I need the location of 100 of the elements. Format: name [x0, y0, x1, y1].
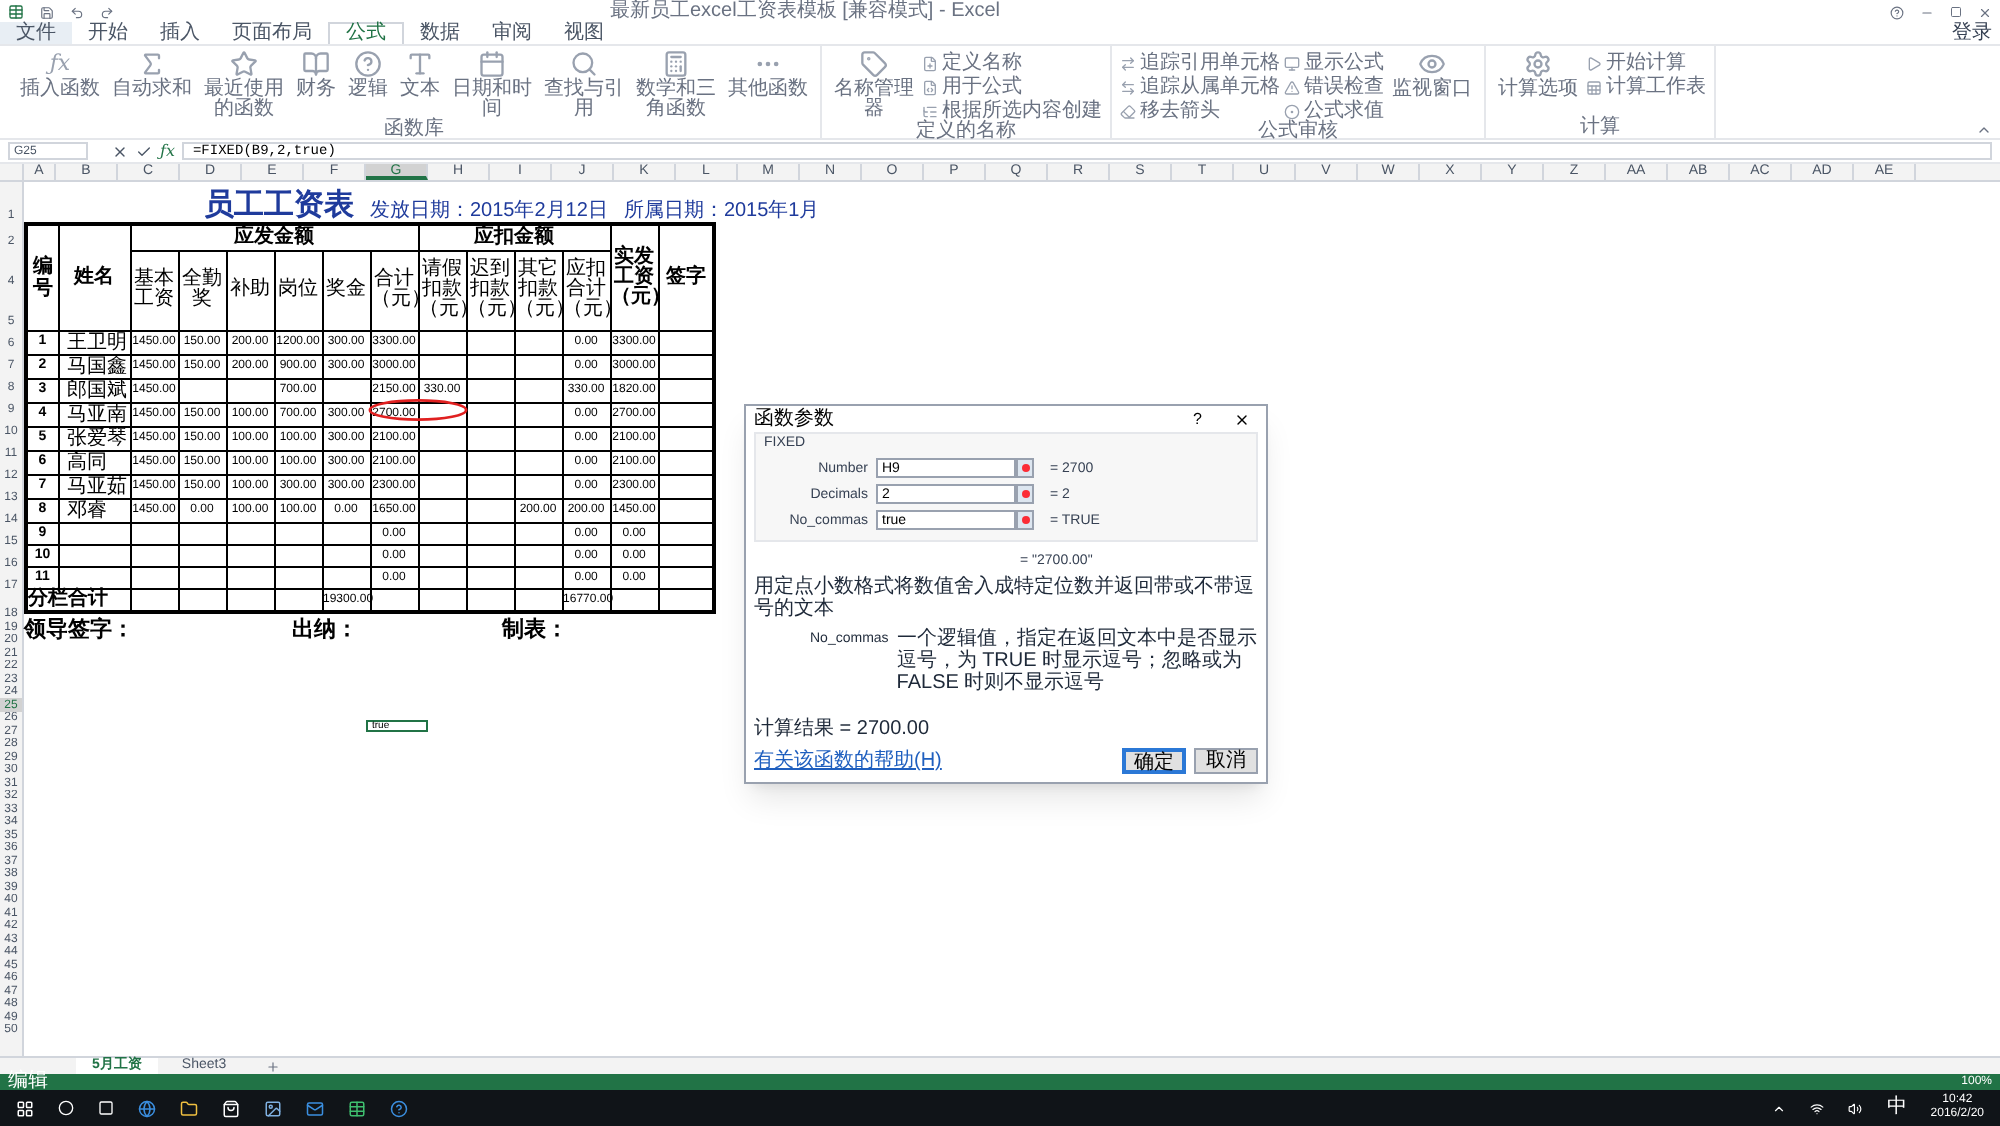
- ribbon-small-button[interactable]: 移去箭头: [1120, 100, 1280, 122]
- start-icon[interactable]: [16, 1099, 34, 1117]
- folder-icon[interactable]: [180, 1099, 198, 1117]
- dialog-button[interactable]: 取消: [1194, 748, 1258, 774]
- save-icon[interactable]: [40, 5, 54, 19]
- table-cell: [418, 522, 467, 544]
- ribbon-tab[interactable]: 审阅: [476, 22, 548, 44]
- play-icon: [1586, 55, 1602, 71]
- table-cell: [418, 426, 467, 450]
- help-link[interactable]: 有关该函数的帮助(H): [754, 750, 1114, 772]
- volume-icon[interactable]: [1848, 1101, 1863, 1115]
- file-tab[interactable]: 文件: [0, 22, 72, 44]
- ribbon-tab[interactable]: 视图: [548, 22, 620, 44]
- cancel-icon[interactable]: [112, 143, 128, 159]
- monitor-icon: [1284, 55, 1300, 71]
- ribbon-button[interactable]: 逻辑: [344, 50, 392, 120]
- status-mode: 编辑: [8, 1074, 50, 1090]
- group-label: 函数库: [382, 120, 446, 140]
- table-cell: [514, 544, 563, 566]
- function-description: 用定点小数格式将数值舍入成特定位数并返回带或不带逗号的文本: [752, 576, 1256, 620]
- tray-caret-icon[interactable]: [1772, 1101, 1787, 1115]
- table-cell: [274, 544, 322, 566]
- ribbon-tab[interactable]: 数据: [404, 22, 476, 44]
- ribbon-button[interactable]: 日期和时间: [448, 50, 536, 120]
- signature-label: 领导签字：: [24, 617, 136, 641]
- function-icon: ƒx: [46, 50, 74, 78]
- table-cell: [466, 474, 515, 498]
- store-icon[interactable]: [222, 1099, 240, 1117]
- table-cell: [514, 426, 563, 450]
- header-cell: 补助: [226, 250, 274, 330]
- table-cell: [418, 450, 467, 474]
- help-button[interactable]: ?: [1193, 408, 1202, 430]
- table-cell: [466, 544, 515, 566]
- task-view-icon[interactable]: [98, 1100, 114, 1116]
- ribbon-button[interactable]: 计算选项: [1494, 50, 1582, 118]
- ribbon-small-button[interactable]: 错误检查: [1284, 76, 1384, 98]
- ribbon-small-button[interactable]: 显示公式: [1284, 52, 1384, 74]
- ribbon-small-button[interactable]: 追踪从属单元格: [1120, 76, 1280, 98]
- collapse-icon[interactable]: [1976, 122, 1992, 138]
- ribbon-button[interactable]: 最近使用的函数: [200, 50, 288, 120]
- group-label: 计算: [1578, 118, 1622, 138]
- maximize-icon[interactable]: [1950, 6, 1962, 18]
- undo-icon[interactable]: [70, 5, 84, 19]
- letter-icon: [406, 50, 434, 78]
- excel-icon[interactable]: [348, 1099, 366, 1117]
- ribbon-tab[interactable]: 公式: [328, 22, 404, 44]
- ribbon-small-button[interactable]: 开始计算: [1586, 52, 1706, 74]
- ribbon-small-button[interactable]: 定义名称: [922, 52, 1102, 74]
- ribbon-button[interactable]: 数学和三角函数: [632, 50, 720, 120]
- ribbon-button[interactable]: 名称管理器: [830, 50, 918, 122]
- mail-icon[interactable]: [306, 1099, 324, 1117]
- photo-icon[interactable]: [264, 1099, 282, 1117]
- help-icon[interactable]: [390, 1099, 408, 1117]
- dialog-button[interactable]: 确定: [1122, 748, 1186, 774]
- ribbon-small-button[interactable]: 公式求值: [1284, 100, 1384, 122]
- redo-icon[interactable]: [100, 5, 114, 19]
- header-cell: 合计（元）: [370, 250, 419, 330]
- table-cell: [514, 522, 563, 544]
- ribbon-button[interactable]: 自动求和: [108, 50, 196, 120]
- ribbon-button[interactable]: 文本: [396, 50, 444, 120]
- insert-function-icon[interactable]: ƒx: [160, 142, 175, 160]
- highlight-ellipse: [368, 398, 468, 422]
- sign-in-link[interactable]: 登录: [1952, 24, 2000, 44]
- table-cell: [178, 566, 226, 588]
- enter-icon[interactable]: [136, 143, 152, 159]
- header-cell: 实发工资（元）: [610, 224, 659, 330]
- header-cell: 奖金: [322, 250, 370, 330]
- table-cell: [418, 566, 467, 588]
- network-icon[interactable]: [1810, 1101, 1825, 1115]
- ribbon-button[interactable]: 查找与引用: [540, 50, 628, 120]
- ribbon-small-button[interactable]: 计算工作表: [1586, 76, 1706, 98]
- calculator-icon: [662, 50, 690, 78]
- browser-icon[interactable]: [138, 1099, 156, 1117]
- header-cell: 请假扣款（元）: [418, 250, 467, 330]
- table-cell: [466, 354, 515, 378]
- search-icon[interactable]: [58, 1100, 74, 1116]
- group-header: 应扣金额: [418, 224, 611, 250]
- period-date: 所属日期：2015年1月: [623, 202, 820, 222]
- sum-icon: [138, 50, 166, 78]
- ribbon-tab[interactable]: 页面布局: [216, 22, 328, 44]
- ribbon-tab[interactable]: 插入: [144, 22, 216, 44]
- ribbon-button[interactable]: 其他函数: [724, 50, 812, 120]
- table-cell: [226, 544, 274, 566]
- table-cell: [418, 498, 467, 522]
- ribbon-tab[interactable]: 开始: [72, 22, 144, 44]
- ribbon-button[interactable]: 监视窗口: [1388, 50, 1476, 122]
- ribbon-small-button[interactable]: 用于公式: [922, 76, 1102, 98]
- header-cell: 迟到扣款（元）: [466, 250, 515, 330]
- ribbon-small-button[interactable]: 追踪引用单元格: [1120, 52, 1280, 74]
- ribbon-button[interactable]: ƒx 插入函数: [16, 50, 104, 120]
- close-icon[interactable]: [1234, 411, 1250, 427]
- search-icon: [570, 50, 598, 78]
- help-icon[interactable]: [1890, 5, 1904, 19]
- table-cell: [466, 330, 515, 354]
- table-cell: [466, 402, 515, 426]
- header-cell: 其它扣款（元）: [514, 250, 563, 330]
- ribbon-button[interactable]: 财务: [292, 50, 340, 120]
- ribbon-small-button[interactable]: 根据所选内容创建: [922, 100, 1102, 122]
- input-method[interactable]: 中: [1886, 1098, 1907, 1118]
- header-cell: 岗位: [274, 250, 322, 330]
